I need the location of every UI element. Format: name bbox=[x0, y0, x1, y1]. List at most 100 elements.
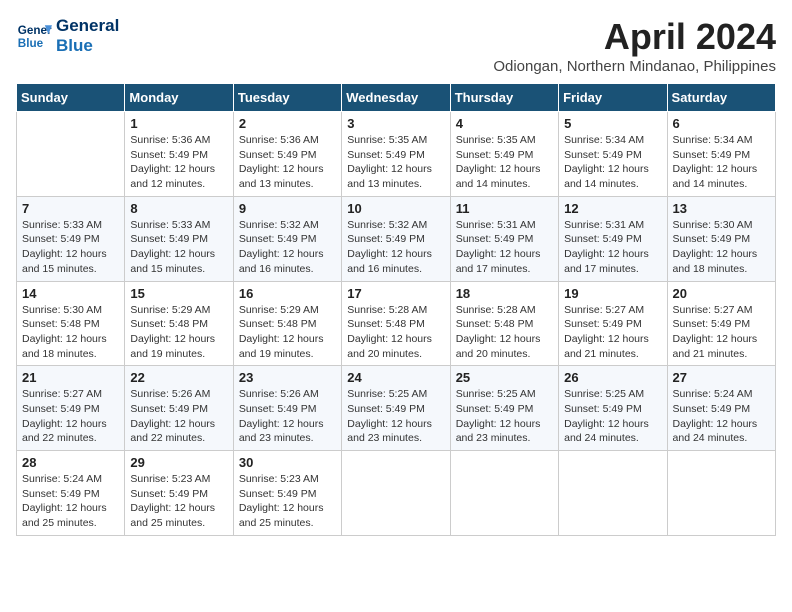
calendar-cell: 20 Sunrise: 5:27 AM Sunset: 5:49 PM Dayli… bbox=[667, 281, 775, 366]
day-number: 23 bbox=[239, 370, 336, 385]
day-number: 30 bbox=[239, 455, 336, 470]
calendar-cell: 10Sunrise: 5:32 AM Sunset: 5:49 PM Dayli… bbox=[342, 196, 450, 281]
calendar-cell: 3 Sunrise: 5:35 AM Sunset: 5:49 PM Daylig… bbox=[342, 112, 450, 197]
calendar-cell: 7 Sunrise: 5:33 AM Sunset: 5:49 PM Daylig… bbox=[17, 196, 125, 281]
title-block: April 2024 Odiongan, Northern Mindanao, … bbox=[493, 16, 776, 75]
day-info: Sunrise: 5:25 AM Sunset: 5:49 PM Dayligh… bbox=[564, 387, 661, 446]
calendar-cell: 25 Sunrise: 5:25 AM Sunset: 5:49 PM Dayli… bbox=[450, 366, 558, 451]
calendar-cell: 21Sunrise: 5:27 AM Sunset: 5:49 PM Dayli… bbox=[17, 366, 125, 451]
logo: General Blue General Blue bbox=[16, 16, 119, 57]
calendar-cell: 8Sunrise: 5:33 AM Sunset: 5:49 PM Daylig… bbox=[125, 196, 233, 281]
calendar-cell: 1 Sunrise: 5:36 AM Sunset: 5:49 PM Daylig… bbox=[125, 112, 233, 197]
calendar-cell: 26Sunrise: 5:25 AM Sunset: 5:49 PM Dayli… bbox=[559, 366, 667, 451]
day-info: Sunrise: 5:29 AM Sunset: 5:48 PM Dayligh… bbox=[239, 303, 336, 362]
calendar-cell bbox=[667, 451, 775, 536]
day-number: 1 bbox=[130, 116, 227, 131]
day-number: 29 bbox=[130, 455, 227, 470]
calendar-cell bbox=[342, 451, 450, 536]
header-cell-friday: Friday bbox=[559, 84, 667, 112]
calendar-cell: 19 Sunrise: 5:27 AM Sunset: 5:49 PM Dayli… bbox=[559, 281, 667, 366]
day-number: 3 bbox=[347, 116, 444, 131]
logo-line2: Blue bbox=[56, 36, 119, 56]
header-cell-sunday: Sunday bbox=[17, 84, 125, 112]
day-info: Sunrise: 5:33 AM Sunset: 5:49 PM Dayligh… bbox=[22, 218, 119, 277]
day-info: Sunrise: 5:34 AM Sunset: 5:49 PM Dayligh… bbox=[564, 133, 661, 192]
day-number: 15 bbox=[130, 286, 227, 301]
day-number: 27 bbox=[673, 370, 770, 385]
calendar-cell: 29 Sunrise: 5:23 AM Sunset: 5:49 PM Dayli… bbox=[125, 451, 233, 536]
header-cell-wednesday: Wednesday bbox=[342, 84, 450, 112]
header-cell-tuesday: Tuesday bbox=[233, 84, 341, 112]
calendar-cell: 18 Sunrise: 5:28 AM Sunset: 5:48 PM Dayli… bbox=[450, 281, 558, 366]
day-info: Sunrise: 5:23 AM Sunset: 5:49 PM Dayligh… bbox=[130, 472, 227, 531]
calendar-cell: 4Sunrise: 5:35 AM Sunset: 5:49 PM Daylig… bbox=[450, 112, 558, 197]
day-info: Sunrise: 5:28 AM Sunset: 5:48 PM Dayligh… bbox=[347, 303, 444, 362]
header-cell-monday: Monday bbox=[125, 84, 233, 112]
day-number: 14 bbox=[22, 286, 119, 301]
day-info: Sunrise: 5:26 AM Sunset: 5:49 PM Dayligh… bbox=[130, 387, 227, 446]
day-number: 12 bbox=[564, 201, 661, 216]
calendar-title: April 2024 bbox=[493, 16, 776, 58]
day-info: Sunrise: 5:26 AM Sunset: 5:49 PM Dayligh… bbox=[239, 387, 336, 446]
calendar-cell: 11 Sunrise: 5:31 AM Sunset: 5:49 PM Dayli… bbox=[450, 196, 558, 281]
day-number: 5 bbox=[564, 116, 661, 131]
day-info: Sunrise: 5:24 AM Sunset: 5:49 PM Dayligh… bbox=[22, 472, 119, 531]
day-info: Sunrise: 5:27 AM Sunset: 5:49 PM Dayligh… bbox=[564, 303, 661, 362]
header-cell-thursday: Thursday bbox=[450, 84, 558, 112]
calendar-cell bbox=[450, 451, 558, 536]
day-number: 22 bbox=[130, 370, 227, 385]
day-info: Sunrise: 5:29 AM Sunset: 5:48 PM Dayligh… bbox=[130, 303, 227, 362]
calendar-cell: 28 Sunrise: 5:24 AM Sunset: 5:49 PM Dayli… bbox=[17, 451, 125, 536]
day-number: 28 bbox=[22, 455, 119, 470]
day-info: Sunrise: 5:31 AM Sunset: 5:49 PM Dayligh… bbox=[456, 218, 553, 277]
calendar-body: 1 Sunrise: 5:36 AM Sunset: 5:49 PM Daylig… bbox=[17, 112, 776, 536]
logo-line1: General bbox=[56, 16, 119, 36]
calendar-cell: 9Sunrise: 5:32 AM Sunset: 5:49 PM Daylig… bbox=[233, 196, 341, 281]
day-info: Sunrise: 5:25 AM Sunset: 5:49 PM Dayligh… bbox=[347, 387, 444, 446]
day-info: Sunrise: 5:35 AM Sunset: 5:49 PM Dayligh… bbox=[347, 133, 444, 192]
day-number: 17 bbox=[347, 286, 444, 301]
day-info: Sunrise: 5:28 AM Sunset: 5:48 PM Dayligh… bbox=[456, 303, 553, 362]
day-number: 2 bbox=[239, 116, 336, 131]
day-number: 18 bbox=[456, 286, 553, 301]
day-number: 7 bbox=[22, 201, 119, 216]
day-info: Sunrise: 5:23 AM Sunset: 5:49 PM Dayligh… bbox=[239, 472, 336, 531]
day-number: 13 bbox=[673, 201, 770, 216]
day-info: Sunrise: 5:36 AM Sunset: 5:49 PM Dayligh… bbox=[130, 133, 227, 192]
calendar-cell: 16Sunrise: 5:29 AM Sunset: 5:48 PM Dayli… bbox=[233, 281, 341, 366]
day-number: 25 bbox=[456, 370, 553, 385]
calendar-cell bbox=[559, 451, 667, 536]
calendar-cell bbox=[17, 112, 125, 197]
logo-icon: General Blue bbox=[16, 18, 52, 54]
calendar-cell: 13 Sunrise: 5:30 AM Sunset: 5:49 PM Dayli… bbox=[667, 196, 775, 281]
week-row-2: 7 Sunrise: 5:33 AM Sunset: 5:49 PM Daylig… bbox=[17, 196, 776, 281]
day-number: 20 bbox=[673, 286, 770, 301]
calendar-subtitle: Odiongan, Northern Mindanao, Philippines bbox=[493, 58, 776, 75]
day-info: Sunrise: 5:33 AM Sunset: 5:49 PM Dayligh… bbox=[130, 218, 227, 277]
header-cell-saturday: Saturday bbox=[667, 84, 775, 112]
day-number: 11 bbox=[456, 201, 553, 216]
calendar-cell: 2 Sunrise: 5:36 AM Sunset: 5:49 PM Daylig… bbox=[233, 112, 341, 197]
calendar-table: SundayMondayTuesdayWednesdayThursdayFrid… bbox=[16, 83, 776, 536]
day-info: Sunrise: 5:24 AM Sunset: 5:49 PM Dayligh… bbox=[673, 387, 770, 446]
calendar-cell: 15 Sunrise: 5:29 AM Sunset: 5:48 PM Dayli… bbox=[125, 281, 233, 366]
calendar-cell: 14 Sunrise: 5:30 AM Sunset: 5:48 PM Dayli… bbox=[17, 281, 125, 366]
day-number: 24 bbox=[347, 370, 444, 385]
day-info: Sunrise: 5:25 AM Sunset: 5:49 PM Dayligh… bbox=[456, 387, 553, 446]
day-number: 19 bbox=[564, 286, 661, 301]
header: General Blue General Blue April 2024 Odi… bbox=[16, 16, 776, 75]
day-info: Sunrise: 5:27 AM Sunset: 5:49 PM Dayligh… bbox=[673, 303, 770, 362]
calendar-cell: 6Sunrise: 5:34 AM Sunset: 5:49 PM Daylig… bbox=[667, 112, 775, 197]
day-number: 9 bbox=[239, 201, 336, 216]
day-info: Sunrise: 5:31 AM Sunset: 5:49 PM Dayligh… bbox=[564, 218, 661, 277]
calendar-cell: 27 Sunrise: 5:24 AM Sunset: 5:49 PM Dayli… bbox=[667, 366, 775, 451]
day-info: Sunrise: 5:27 AM Sunset: 5:49 PM Dayligh… bbox=[22, 387, 119, 446]
day-info: Sunrise: 5:36 AM Sunset: 5:49 PM Dayligh… bbox=[239, 133, 336, 192]
week-row-5: 28 Sunrise: 5:24 AM Sunset: 5:49 PM Dayli… bbox=[17, 451, 776, 536]
day-info: Sunrise: 5:30 AM Sunset: 5:49 PM Dayligh… bbox=[673, 218, 770, 277]
day-number: 4 bbox=[456, 116, 553, 131]
calendar-cell: 12 Sunrise: 5:31 AM Sunset: 5:49 PM Dayli… bbox=[559, 196, 667, 281]
day-info: Sunrise: 5:30 AM Sunset: 5:48 PM Dayligh… bbox=[22, 303, 119, 362]
day-number: 10 bbox=[347, 201, 444, 216]
calendar-cell: 22 Sunrise: 5:26 AM Sunset: 5:49 PM Dayli… bbox=[125, 366, 233, 451]
